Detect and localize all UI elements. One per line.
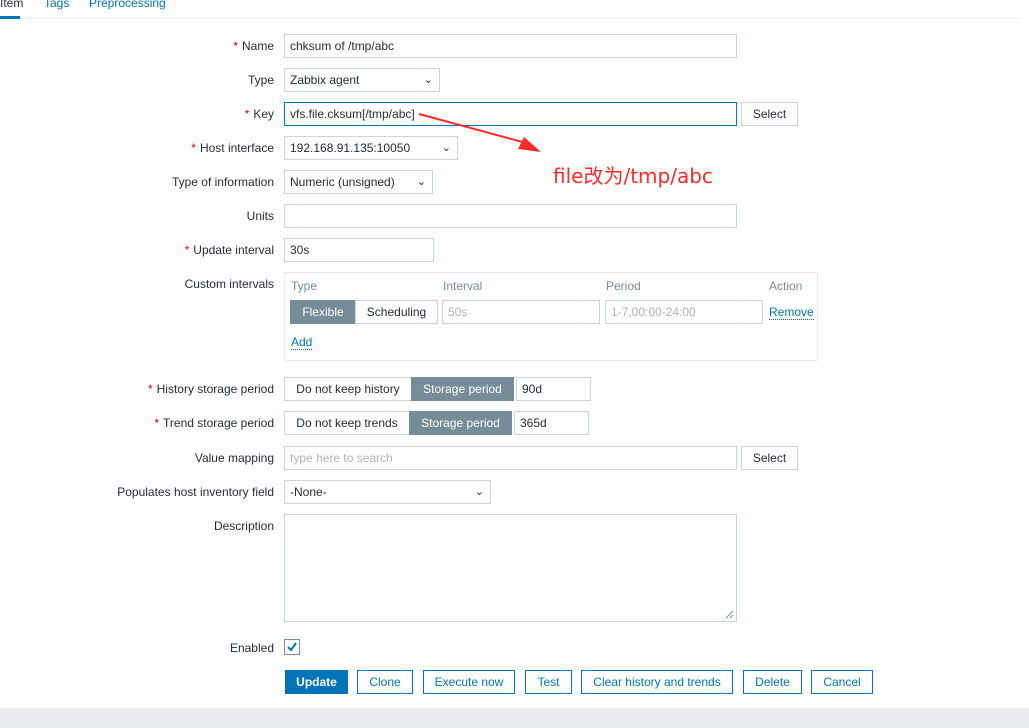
annotation-text: file改为/tmp/abc bbox=[553, 164, 713, 188]
annotation-arrow-icon bbox=[418, 113, 541, 152]
